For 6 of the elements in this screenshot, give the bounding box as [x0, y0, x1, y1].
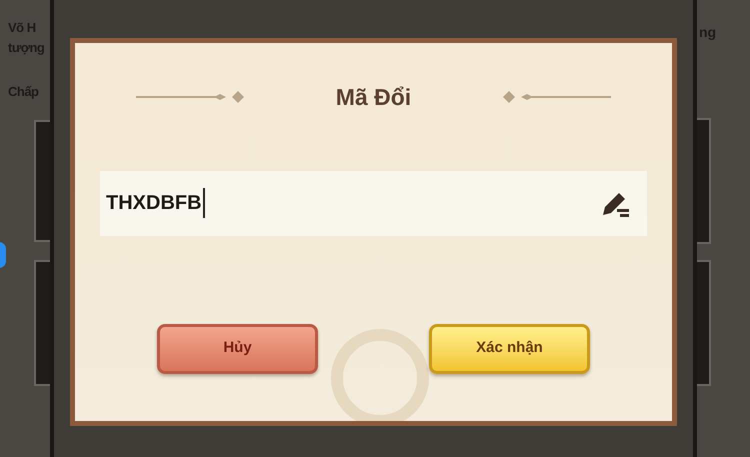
ornament-line-icon — [501, 91, 612, 104]
confirm-button[interactable]: Xác nhận — [429, 324, 590, 374]
code-input-field[interactable]: THXDBFB — [100, 170, 647, 236]
dialog-title: Mã Đổi — [336, 83, 412, 112]
cancel-button[interactable]: Hủy — [157, 324, 318, 374]
ornament-line-icon — [136, 91, 246, 104]
